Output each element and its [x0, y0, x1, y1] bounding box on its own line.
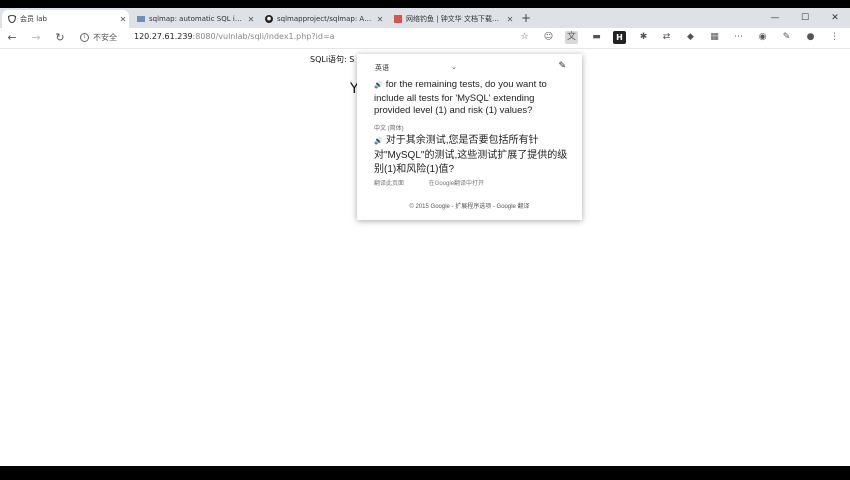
star-icon[interactable]: ☆: [518, 31, 531, 44]
tab-title: sqlmapproject/sqlmap: Automat: [277, 15, 374, 23]
translate-page-link[interactable]: 翻译此页面: [374, 181, 404, 187]
translate-popup: 英语 ⌄ ✎ 🔊 for the remaining tests, do you …: [357, 54, 582, 220]
address-bar[interactable]: 120.27.61.239:8080/vulnlab/sqli/index1.p…: [134, 32, 335, 41]
security-label: 不安全: [93, 33, 117, 42]
extension-icon[interactable]: ◆: [684, 31, 697, 44]
tab-title: 会员 lab: [20, 15, 47, 23]
reload-button[interactable]: ↻: [52, 30, 68, 46]
extension-h-icon[interactable]: H: [613, 31, 626, 44]
maximize-button[interactable]: ☐: [790, 8, 820, 28]
github-icon: [265, 15, 273, 23]
source-text: 🔊 for the remaining tests, do you want to…: [374, 79, 569, 118]
extension-icon[interactable]: ◉: [756, 31, 769, 44]
popup-footer: © 2015 Google - 扩展程序选项 - Google 翻译: [409, 204, 530, 210]
doc-icon: [394, 15, 402, 23]
tab-active[interactable]: 会员 lab ✕: [2, 10, 129, 28]
tab-bar: 会员 lab ✕ sqlmap: automatic SQL injectio …: [0, 8, 850, 28]
translated-text: 🔊 对于其余测试,您是否要包括所有针对"MySQL"的测试,这些测试扩展了提供的级…: [374, 134, 574, 177]
dots-icon[interactable]: ⋯: [732, 31, 745, 44]
card-icon[interactable]: ▬: [590, 31, 603, 44]
popup-links: 翻译此页面 在Google翻译中打开: [374, 178, 507, 187]
forward-button[interactable]: →: [28, 30, 44, 46]
speaker-icon[interactable]: 🔊: [374, 82, 383, 89]
profile-icon[interactable]: ●: [804, 31, 817, 44]
url-path: :8080/vulnlab/sqli/index1.php?id=a: [192, 32, 335, 41]
extension-icon[interactable]: ✎: [780, 31, 793, 44]
sql-statement-label: SQLi语句: S: [310, 55, 355, 64]
source-text-content: for the remaining tests, do you want to …: [374, 79, 547, 116]
security-indicator[interactable]: i 不安全: [80, 32, 117, 43]
taskbar: [0, 466, 850, 480]
url-host: 120.27.61.239: [134, 32, 193, 41]
translate-icon[interactable]: 文: [565, 31, 578, 44]
source-language-select[interactable]: 英语: [375, 63, 389, 73]
open-google-translate-link[interactable]: 在Google翻译中打开: [429, 181, 484, 187]
pencil-icon[interactable]: ✎: [558, 60, 566, 71]
tab-title: 网络钓鱼 | 钟文华 文档下载不同: [406, 15, 504, 23]
close-icon[interactable]: ✕: [374, 15, 386, 24]
tab-sqlmap[interactable]: sqlmap: automatic SQL injectio ✕: [131, 10, 257, 28]
close-icon[interactable]: ✕: [504, 15, 516, 24]
minimize-button[interactable]: —: [760, 8, 790, 28]
speaker-icon[interactable]: 🔊: [374, 138, 383, 145]
tab-title: sqlmap: automatic SQL injectio: [149, 15, 245, 23]
shield-icon: [7, 14, 17, 24]
chevron-down-icon[interactable]: ⌄: [451, 63, 457, 71]
back-button[interactable]: ←: [4, 30, 20, 46]
toolbar: ← → ↻ i 不安全 120.27.61.239:8080/vulnlab/s…: [0, 28, 850, 49]
grid-icon[interactable]: ▦: [708, 31, 721, 44]
target-language-label: 中文 (简体): [374, 126, 404, 132]
browser-window: 会员 lab ✕ sqlmap: automatic SQL injectio …: [0, 8, 850, 466]
page-content: SQLi语句: S Y 英语 ⌄ ✎ 🔊 for the remaining te…: [0, 49, 850, 466]
tab-doc[interactable]: 网络钓鱼 | 钟文华 文档下载不同 ✕: [388, 10, 516, 28]
arrows-icon[interactable]: ⇄: [660, 31, 673, 44]
menu-icon[interactable]: ⋮: [828, 31, 841, 44]
tab-github[interactable]: sqlmapproject/sqlmap: Automat ✕: [259, 10, 386, 28]
puzzle-icon[interactable]: ✱: [637, 31, 650, 44]
close-window-button[interactable]: ✕: [820, 8, 850, 28]
close-icon[interactable]: ✕: [245, 15, 257, 24]
translated-text-content: 对于其余测试,您是否要包括所有针对"MySQL"的测试,这些测试扩展了提供的级别…: [374, 135, 568, 175]
smiley-icon[interactable]: ☺: [542, 31, 555, 44]
new-tab-button[interactable]: +: [519, 11, 533, 25]
info-icon: i: [80, 33, 89, 42]
sqlmap-icon: [137, 15, 145, 23]
close-icon[interactable]: ✕: [117, 15, 129, 24]
